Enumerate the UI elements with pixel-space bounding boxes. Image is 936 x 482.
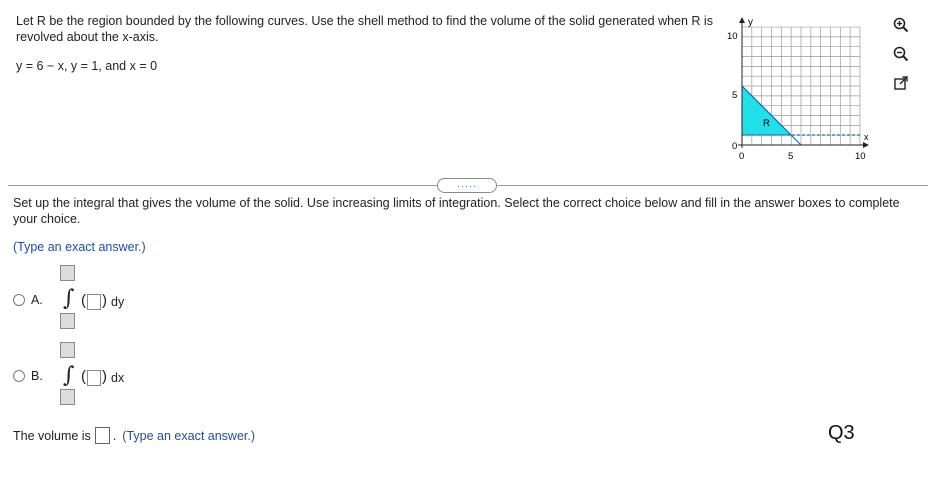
choice-b[interactable]: B. (13, 369, 53, 383)
choice-a-integrand-input[interactable] (87, 294, 101, 310)
choice-a[interactable]: A. (13, 293, 53, 307)
question-tag: Q3 (828, 422, 855, 444)
volume-answer-row: The volume is . (Type an exact answer.) (13, 427, 255, 444)
y-tick-label: 5 (732, 90, 737, 101)
expand-button[interactable]: ····· (437, 178, 497, 193)
graph-svg: y x 10 5 0 0 5 10 R (727, 17, 869, 162)
choice-a-radio[interactable] (13, 294, 25, 306)
choice-b-lower-limit-input[interactable] (60, 389, 75, 405)
x-tick-label: 0 (739, 151, 744, 162)
zoom-in-icon[interactable] (890, 14, 912, 36)
x-tick-label: 10 (855, 151, 866, 162)
instructions-text: Set up the integral that gives the volum… (13, 196, 900, 226)
paren-close: ) (102, 292, 107, 309)
problem-statement: Let R be the region bounded by the follo… (16, 14, 713, 44)
choice-a-differential: dy (111, 295, 125, 309)
volume-hint: (Type an exact answer.) (122, 428, 255, 443)
paren-open: ( (81, 292, 86, 309)
choice-b-upper-limit-input[interactable] (60, 342, 75, 358)
region-graph: y x 10 5 0 0 5 10 R (726, 16, 876, 169)
y-tick-label: 0 (732, 141, 737, 152)
y-tick-label: 10 (727, 31, 738, 42)
y-axis-label: y (748, 17, 753, 28)
y-axis-arrow-icon (739, 17, 745, 23)
choice-b-differential: dx (111, 371, 125, 385)
volume-period: . (112, 428, 117, 443)
volume-input[interactable] (94, 427, 110, 444)
choice-a-letter: A. (31, 293, 43, 307)
paren-close: ) (102, 368, 107, 385)
problem-equations: y = 6 − x, y = 1, and x = 0 (16, 59, 158, 73)
choice-a-lower-limit-input[interactable] (60, 313, 75, 329)
choice-b-letter: B. (31, 369, 43, 383)
integral-sign-a: ∫ (63, 286, 75, 311)
volume-label: The volume is (13, 428, 91, 443)
choice-a-upper-limit-input[interactable] (60, 265, 75, 281)
integral-sign-b: ∫ (63, 363, 75, 388)
graph-tools (890, 14, 920, 101)
zoom-out-icon[interactable] (890, 43, 912, 65)
region-label: R (763, 118, 770, 129)
choice-b-integrand-input[interactable] (87, 370, 101, 386)
exact-answer-hint: (Type an exact answer.) (13, 240, 146, 254)
x-tick-label: 5 (788, 151, 793, 162)
paren-open: ( (81, 368, 86, 385)
x-axis-arrow-icon (863, 142, 869, 148)
x-axis-label: x (864, 132, 869, 142)
popout-icon[interactable] (890, 72, 912, 94)
choice-b-radio[interactable] (13, 370, 25, 382)
